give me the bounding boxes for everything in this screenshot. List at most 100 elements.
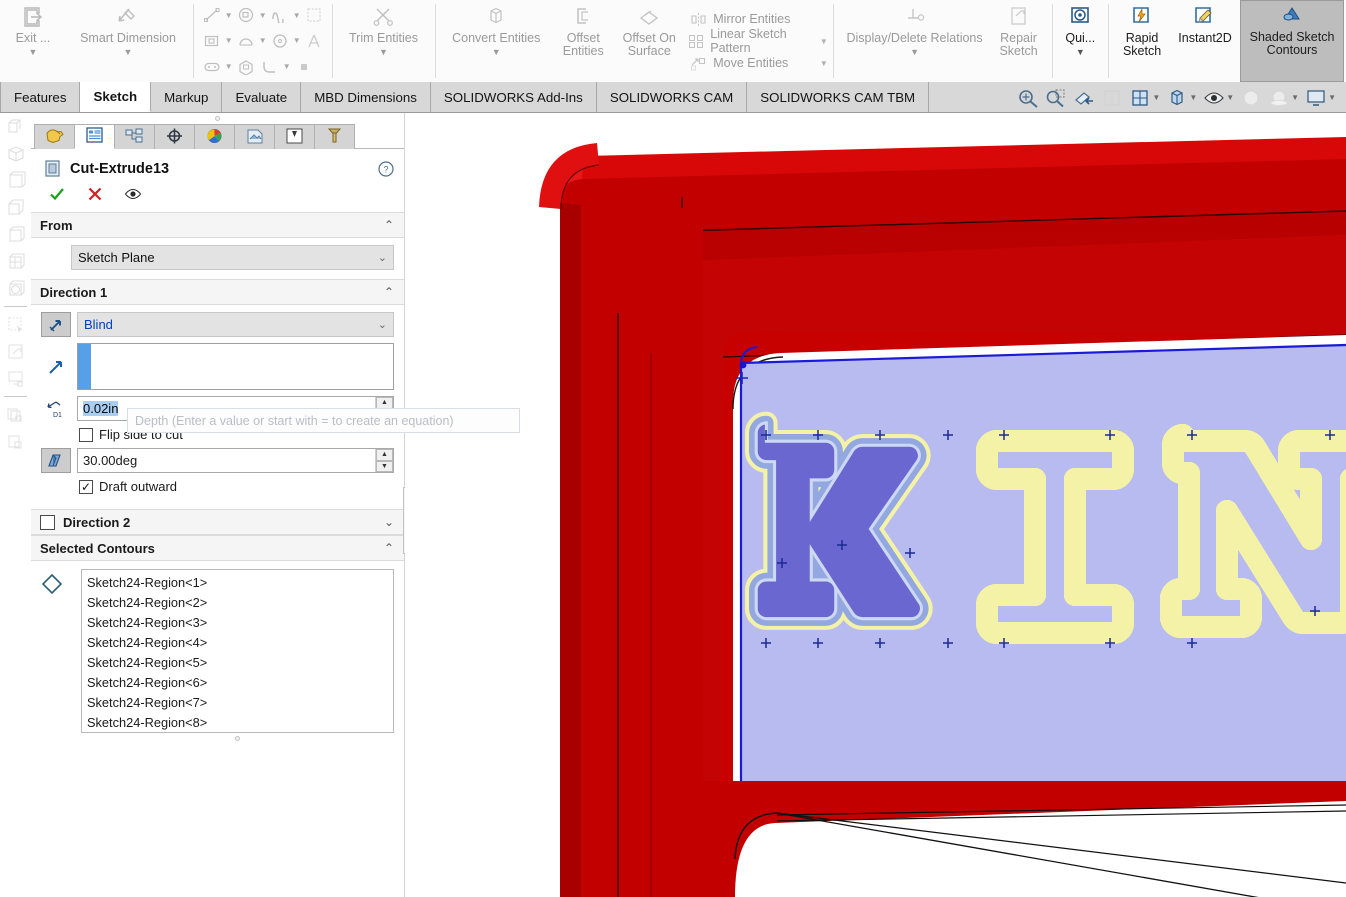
rectangle-dropdown-caret[interactable]: ▼ [259,11,267,20]
linear-sketch-pattern-row[interactable]: Linear Sketch Pattern ▼ [688,27,828,55]
draft-spin-up-button[interactable]: ▲ [376,449,393,461]
draft-angle-stepper[interactable]: 30.00deg ▲ ▼ [77,448,394,473]
reverse-direction-icon[interactable] [41,312,71,337]
tab-mbd-dimensions[interactable]: MBD Dimensions [301,82,431,112]
flip-side-to-cut-checkbox[interactable] [79,427,93,442]
display-style-caret[interactable]: ▼ [1189,93,1197,102]
smart-dimension-button[interactable]: Smart Dimension ▼ [68,0,188,82]
line-icon[interactable] [201,5,223,26]
zoom-to-area-icon[interactable] [1043,88,1069,108]
repair-tool-icon[interactable] [0,338,31,365]
selected-contours-list[interactable]: Sketch24-Region<1> Sketch24-Region<2> Sk… [81,569,394,733]
draft-angle-spin-buttons[interactable]: ▲ ▼ [375,449,393,472]
list-item[interactable]: Sketch24-Region<1> [87,573,388,593]
pm-tab-configuration-manager[interactable] [114,124,155,149]
list-item[interactable]: Sketch24-Region<5> [87,653,388,673]
list-item[interactable]: Sketch24-Region<2> [87,593,388,613]
chevron-up-icon-from[interactable]: ⌃ [384,218,394,232]
preview-button[interactable] [123,184,143,204]
exit-sketch-dropdown-caret[interactable]: ▼ [29,46,38,59]
depth-input[interactable] [77,343,394,390]
display-delete-relations-dropdown-caret[interactable]: ▼ [910,46,919,59]
convert-entities-dropdown-caret[interactable]: ▼ [492,46,501,59]
display-delete-relations-button[interactable]: Display/Delete Relations ▼ [839,0,991,82]
tab-solidworks-add-ins[interactable]: SOLIDWORKS Add-Ins [430,82,597,112]
circle-icon[interactable] [269,30,291,51]
spline-dropdown-caret[interactable]: ▼ [293,11,301,20]
exit-sketch-button[interactable]: Exit ... ▼ [2,0,64,82]
pm-tab-dimxpert-manager[interactable] [154,124,195,149]
chevron-up-icon-direction1[interactable]: ⌃ [384,285,394,299]
arc-dropdown-caret[interactable]: ▼ [259,36,267,45]
end-condition-select[interactable]: Blind ⌄ [77,312,394,337]
hide-show-items-caret[interactable]: ▼ [1226,93,1234,102]
pm-tab-render-tools[interactable] [234,124,275,149]
pm-tab-feature-manager[interactable] [34,124,75,149]
viewport-layout-icon[interactable]: ▼ [1303,88,1338,108]
sketch-picture-icon[interactable] [303,5,325,26]
draft-outward-checkbox[interactable]: ✓ [79,479,93,494]
section-header-selected-contours[interactable]: Selected Contours ⌃ [31,535,404,561]
model-3d-part[interactable] [405,113,1346,897]
repair-sketch-button[interactable]: Repair Sketch [991,0,1047,82]
list-item[interactable]: Sketch24-Region<4> [87,633,388,653]
text-icon[interactable] [303,30,325,51]
section-view-icon[interactable] [1071,88,1097,108]
viewport-layout-caret[interactable]: ▼ [1328,93,1336,102]
rectangle-icon[interactable] [235,5,257,26]
chevron-down-icon-end-condition[interactable]: ⌄ [378,318,387,331]
tab-solidworks-cam-tbm[interactable]: SOLIDWORKS CAM TBM [747,82,930,112]
section-header-from[interactable]: From ⌃ [31,212,404,238]
list-item[interactable]: Sketch24-Region<7> [87,693,388,713]
assembly-view-icon[interactable] [0,221,31,248]
section-header-direction1[interactable]: Direction 1 ⌃ [31,279,404,305]
chevron-up-icon-selected-contours[interactable]: ⌃ [384,541,394,555]
paste-stack-icon[interactable] [0,428,31,455]
rapid-sketch-button[interactable]: Rapid Sketch [1114,0,1170,82]
list-item[interactable]: Sketch24-Region<6> [87,673,388,693]
fillet-dropdown-caret[interactable]: ▼ [283,62,291,71]
graphics-viewport[interactable]: ▶ KGC-1001-001 (Def... [405,113,1346,897]
move-entities-row[interactable]: Move Entities ▼ [688,52,828,74]
slot-dropdown-caret[interactable]: ▼ [225,62,233,71]
draft-outward-row[interactable]: ✓ Draft outward [41,479,394,494]
section-header-direction2[interactable]: Direction 2 ⌄ [31,509,404,535]
convert-entities-button[interactable]: Convert Entities ▼ [440,0,552,82]
copy-stack-icon[interactable] [0,401,31,428]
chevron-down-icon-from-select[interactable]: ⌄ [378,251,387,264]
display-screen-icon[interactable] [0,365,31,392]
polygon-icon[interactable] [235,56,257,77]
offset-entities-button[interactable]: Offset Entities [552,0,614,82]
panel-grip-handle[interactable] [31,113,404,124]
help-icon[interactable]: ? [378,160,394,177]
ok-button[interactable] [47,184,67,204]
tab-solidworks-cam[interactable]: SOLIDWORKS CAM [596,82,748,112]
direction2-checkbox[interactable] [40,514,55,530]
slot-icon[interactable] [201,56,223,77]
view-orientation-cube-icon[interactable]: ▼ [1127,88,1162,108]
draft-spin-down-button[interactable]: ▼ [376,460,393,472]
part-view-icon[interactable] [0,194,31,221]
list-item[interactable]: Sketch24-Region<8> [87,713,388,732]
smart-dimension-dropdown-caret[interactable]: ▼ [124,46,133,59]
circle-dropdown-caret[interactable]: ▼ [293,36,301,45]
offset-on-surface-button[interactable]: Offset On Surface [614,0,684,82]
linear-sketch-pattern-dropdown-caret[interactable]: ▼ [806,37,828,46]
pm-tab-cam-feature-tree[interactable] [314,124,355,149]
sphere-cube-icon[interactable] [0,275,31,302]
quick-snaps-button[interactable]: Qui... ▼ [1057,0,1103,82]
pm-tab-simulation[interactable] [274,124,315,149]
display-pane-icon[interactable] [0,167,31,194]
shaded-sketch-contours-button[interactable]: Shaded Sketch Contours [1240,0,1345,82]
hide-show-items-icon[interactable]: ▼ [1201,88,1236,108]
quick-snaps-dropdown-caret[interactable]: ▼ [1076,46,1085,59]
cancel-button[interactable] [85,184,105,204]
isometric-cube-icon[interactable] [0,248,31,275]
tab-evaluate[interactable]: Evaluate [222,82,302,112]
pm-tab-display-manager[interactable] [194,124,235,149]
line-dropdown-caret[interactable]: ▼ [225,11,233,20]
tab-features[interactable]: Features [0,82,81,112]
view-orientation-caret[interactable]: ▼ [1152,93,1160,102]
from-condition-select[interactable]: Sketch Plane ⌄ [71,245,394,270]
spline-icon[interactable] [269,5,291,26]
